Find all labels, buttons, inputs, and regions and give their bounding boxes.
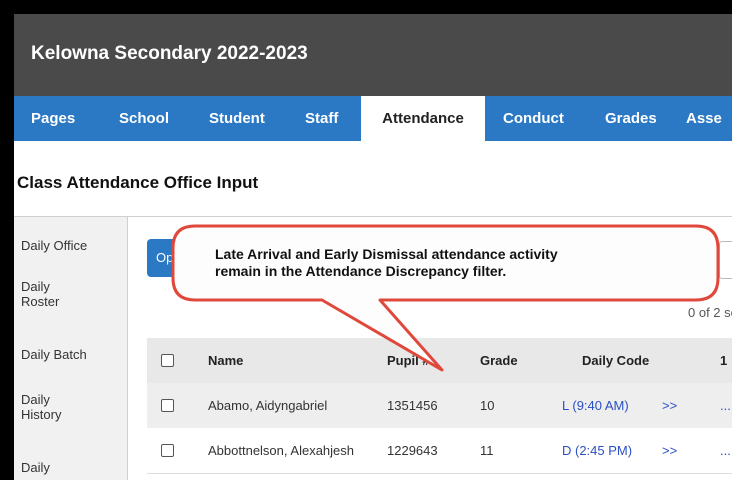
tab-staff[interactable]: Staff (305, 96, 338, 141)
daily-code-link[interactable]: L (9:40 AM) (562, 383, 629, 428)
sidebar-item-daily-batch[interactable]: Daily Batch (21, 347, 87, 362)
header-period-1[interactable]: 1 (720, 338, 727, 383)
header-name[interactable]: Name (208, 338, 243, 383)
more-link[interactable]: >> (662, 383, 677, 428)
period-value[interactable]: ... (720, 383, 731, 428)
table-header: Name Pupil # Grade Daily Code 1 (147, 338, 732, 383)
row-checkbox[interactable] (161, 444, 174, 457)
pupil-number: 1351456 (387, 398, 438, 413)
student-name: Abbottnelson, Alexahjesh (208, 443, 354, 458)
page-header: Class Attendance Office Input (14, 141, 732, 216)
callout-text: Late Arrival and Early Dismissal attenda… (215, 246, 685, 280)
callout-line-2: remain in the Attendance Discrepancy fil… (215, 263, 507, 279)
table-row[interactable]: Abbottnelson, Alexahjesh 1229643 11 D (2… (147, 428, 732, 474)
callout-line-1: Late Arrival and Early Dismissal attenda… (215, 246, 558, 262)
page-title: Class Attendance Office Input (17, 173, 259, 192)
tab-assessments[interactable]: Asse (686, 96, 722, 141)
tab-student[interactable]: Student (209, 96, 265, 141)
select-all-checkbox[interactable] (161, 354, 174, 367)
table-row[interactable]: Abamo, Aidyngabriel 1351456 10 L (9:40 A… (147, 383, 732, 428)
header-grade[interactable]: Grade (480, 338, 518, 383)
daily-code-link[interactable]: D (2:45 PM) (562, 428, 632, 473)
tab-conduct[interactable]: Conduct (503, 96, 564, 141)
sidebar: Daily Office Daily Roster Daily Batch Da… (14, 216, 128, 480)
selection-count: 0 of 2 se (688, 305, 732, 320)
tab-grades[interactable]: Grades (605, 96, 657, 141)
header-daily-code[interactable]: Daily Code (582, 338, 649, 383)
header-pupil[interactable]: Pupil # (387, 338, 430, 383)
row-checkbox[interactable] (161, 399, 174, 412)
tab-attendance[interactable]: Attendance (361, 96, 485, 141)
sidebar-item-daily[interactable]: Daily (21, 460, 50, 475)
sidebar-item-daily-roster[interactable]: Daily Roster (21, 279, 81, 309)
toolbar-button[interactable] (719, 241, 732, 279)
title-bar: Kelowna Secondary 2022-2023 (14, 14, 732, 96)
options-button[interactable]: Op (147, 239, 187, 277)
grade-value: 11 (480, 443, 494, 458)
sidebar-item-daily-history[interactable]: Daily History (21, 392, 81, 422)
pupil-number: 1229643 (387, 443, 438, 458)
tab-school[interactable]: School (119, 96, 169, 141)
main-nav: Pages School Student Staff Attendance Co… (14, 96, 732, 141)
school-title: Kelowna Secondary 2022-2023 (31, 43, 308, 64)
grade-value: 10 (480, 398, 495, 413)
sidebar-item-daily-office[interactable]: Daily Office (21, 238, 87, 253)
student-name: Abamo, Aidyngabriel (208, 398, 328, 413)
more-link[interactable]: >> (662, 428, 677, 473)
period-value[interactable]: ... (720, 428, 731, 473)
tab-pages[interactable]: Pages (31, 96, 75, 141)
